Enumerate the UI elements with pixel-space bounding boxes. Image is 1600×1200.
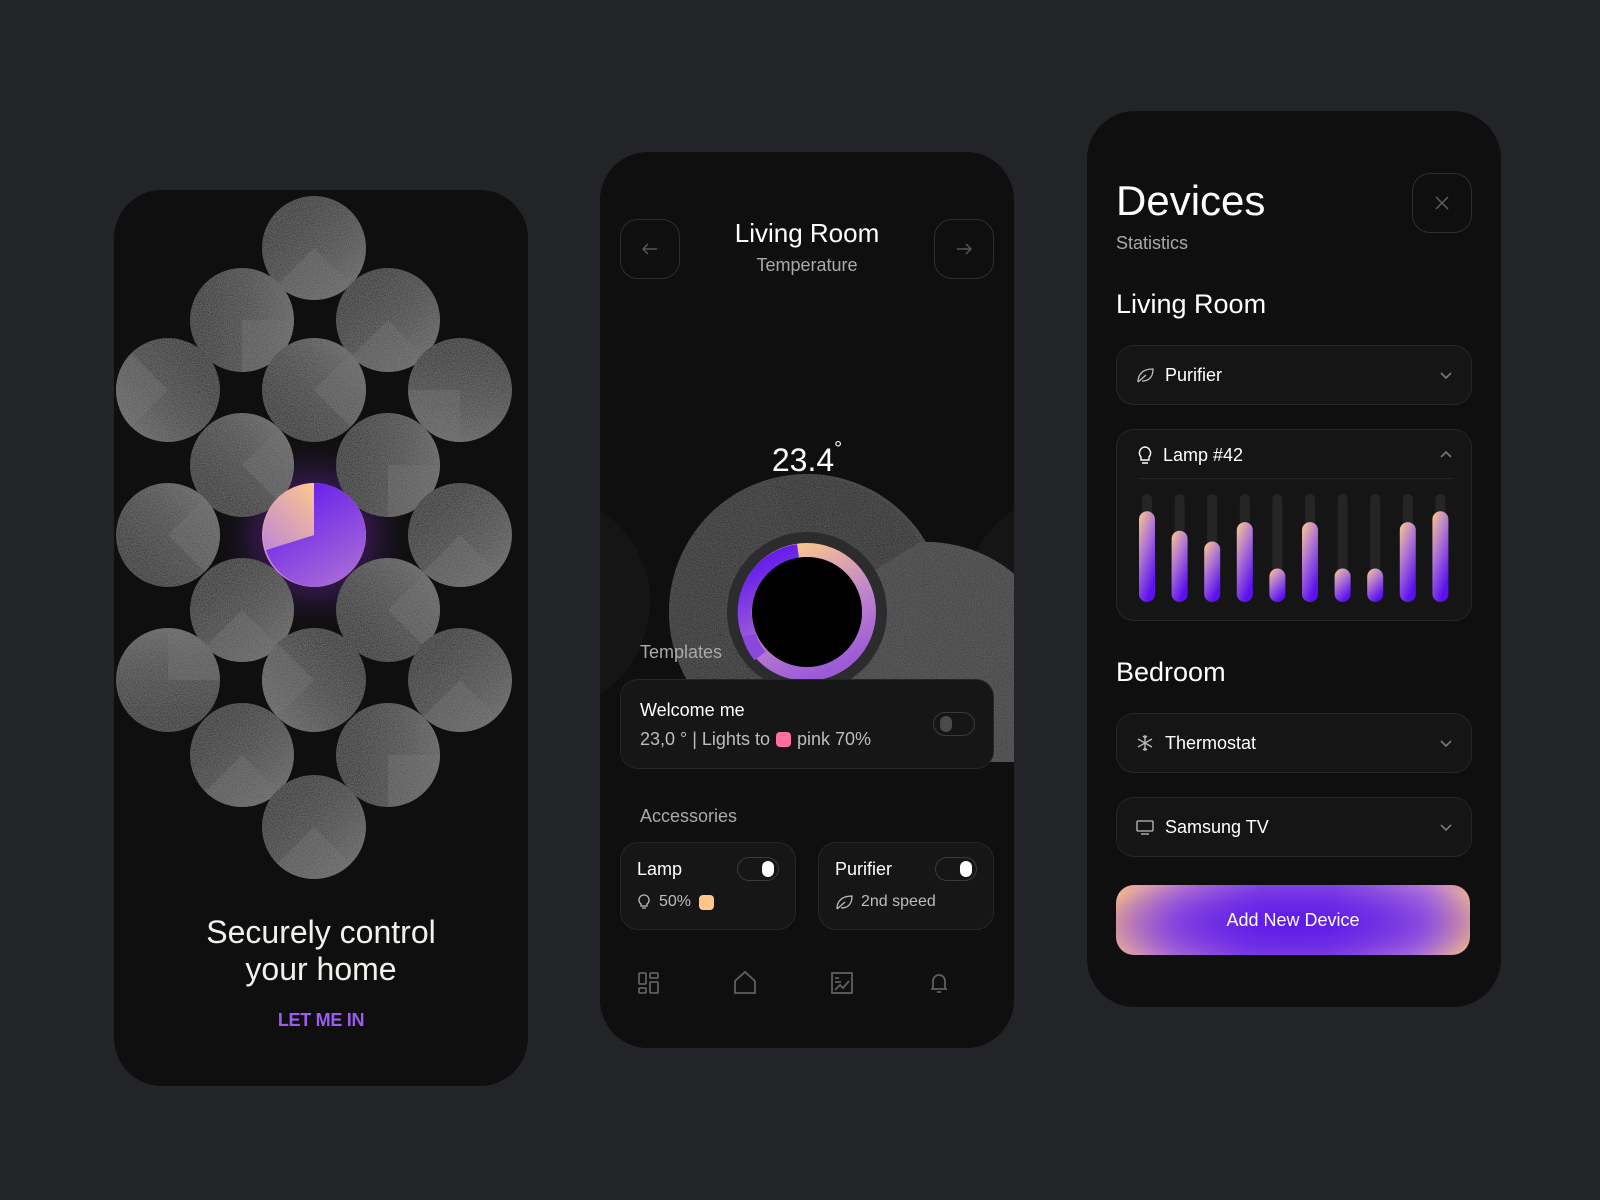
chevron-down-icon xyxy=(1440,372,1452,380)
usage-bar xyxy=(1399,522,1416,602)
temperature-readout: 23.4° xyxy=(600,438,1014,479)
usage-bar xyxy=(1367,568,1384,602)
room-heading-living-room: Living Room xyxy=(1116,289,1267,319)
chevron-down-icon xyxy=(1440,824,1452,832)
template-toggle[interactable] xyxy=(933,712,975,736)
leaf-icon xyxy=(1137,368,1154,383)
toggle-knob xyxy=(762,861,774,877)
headline-line-2: your home xyxy=(245,951,397,987)
bulb-icon xyxy=(1138,446,1152,464)
stats-icon[interactable] xyxy=(829,970,855,996)
template-name: Welcome me xyxy=(640,700,745,720)
bulb-icon xyxy=(638,894,650,909)
accessories-heading: Accessories xyxy=(640,806,738,826)
onboarding-screen: Securely control your home LET ME IN xyxy=(114,190,528,1086)
room-heading-bedroom: Bedroom xyxy=(1116,657,1226,687)
template-detail-prefix: 23,0 ° | Lights to xyxy=(640,729,770,749)
next-room-button[interactable] xyxy=(934,219,994,279)
close-button[interactable] xyxy=(1412,173,1472,233)
divider xyxy=(1139,478,1453,479)
accessory-card-lamp[interactable]: Lamp 50% xyxy=(620,842,796,930)
snowflake-icon xyxy=(1137,735,1153,751)
lamp-usage-chart xyxy=(1139,494,1449,602)
device-dropdown-samsung-tv[interactable]: Samsung TV xyxy=(1116,797,1472,857)
accessory-detail: 2nd speed xyxy=(835,893,936,911)
usage-bar xyxy=(1269,568,1286,602)
headline-line-1: Securely control xyxy=(206,914,436,950)
devices-screen: Devices Statistics Living Room Purifier … xyxy=(1087,111,1501,1007)
leaf-icon xyxy=(836,895,853,910)
add-new-device-button[interactable]: Add New Device xyxy=(1116,885,1470,955)
toggle-knob xyxy=(960,861,972,877)
lamp-level: 50% xyxy=(659,893,692,910)
lamp-toggle[interactable] xyxy=(737,857,779,881)
bottom-nav xyxy=(600,970,1014,1010)
center-orb xyxy=(262,483,366,587)
pink-swatch xyxy=(775,732,791,747)
usage-bar xyxy=(1302,522,1318,602)
temperature-value: 23.4 xyxy=(771,442,835,478)
device-name: Thermostat xyxy=(1165,733,1257,753)
accessory-name: Purifier xyxy=(835,859,893,879)
dashboard-icon[interactable] xyxy=(636,970,662,996)
purifier-speed: 2nd speed xyxy=(861,893,936,910)
usage-bar xyxy=(1334,568,1351,602)
devices-subtitle: Statistics xyxy=(1116,233,1189,253)
template-detail-suffix: pink 70% xyxy=(796,729,872,749)
purifier-toggle[interactable] xyxy=(935,857,977,881)
chevron-down-icon xyxy=(1440,740,1452,748)
home-icon[interactable] xyxy=(732,970,758,996)
arrow-right-icon xyxy=(957,243,972,255)
usage-bar xyxy=(1139,511,1155,602)
device-name: Lamp #42 xyxy=(1163,445,1244,465)
headline: Securely control your home xyxy=(114,914,528,988)
accessory-card-purifier[interactable]: Purifier 2nd speed xyxy=(818,842,994,930)
usage-bar xyxy=(1236,522,1253,602)
room-screen: Living Room Temperature 23.4° Templates … xyxy=(600,152,1014,1048)
toggle-knob xyxy=(940,716,952,732)
device-dropdown-thermostat[interactable]: Thermostat xyxy=(1116,713,1472,773)
device-panel-lamp: Lamp #42 xyxy=(1116,429,1472,621)
disc-sector xyxy=(388,755,440,807)
usage-bar xyxy=(1204,541,1221,602)
accessory-detail: 50% xyxy=(637,893,715,911)
accessory-name: Lamp xyxy=(637,859,683,879)
let-me-in-button[interactable]: LET ME IN xyxy=(114,1010,528,1031)
bell-icon[interactable] xyxy=(926,970,952,996)
lamp-color-swatch xyxy=(699,894,715,910)
dial-center xyxy=(752,557,862,667)
template-card[interactable]: Welcome me 23,0 ° | Lights to pink 70% xyxy=(620,679,994,769)
temperature-unit: ° xyxy=(834,438,843,461)
usage-bar xyxy=(1171,530,1188,602)
decorative-pattern xyxy=(115,196,512,880)
device-name: Samsung TV xyxy=(1165,817,1269,837)
template-detail: 23,0 ° | Lights to pink 70% xyxy=(640,729,871,750)
devices-title: Devices xyxy=(1116,177,1266,224)
tv-icon xyxy=(1136,820,1154,835)
templates-heading: Templates xyxy=(640,642,723,662)
close-icon xyxy=(1435,196,1449,210)
chevron-up-icon[interactable] xyxy=(1439,448,1453,462)
device-name: Purifier xyxy=(1165,365,1223,385)
device-dropdown-purifier[interactable]: Purifier xyxy=(1116,345,1472,405)
usage-bar xyxy=(1432,511,1449,602)
